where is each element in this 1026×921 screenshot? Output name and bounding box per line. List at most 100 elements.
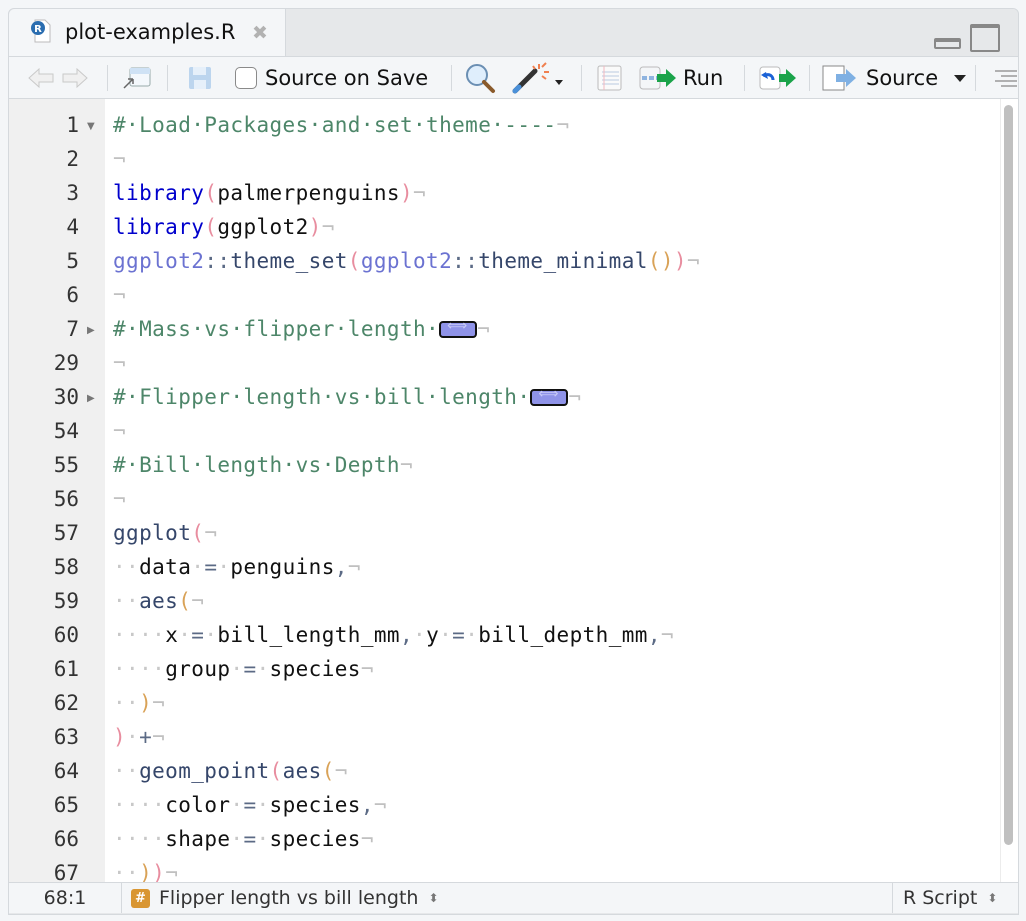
svg-text:R: R bbox=[34, 24, 42, 35]
code-line[interactable]: 55 #·Bill·length·vs·Depth¬ bbox=[9, 449, 999, 483]
code-line[interactable]: 6 ¬ bbox=[9, 279, 999, 313]
code-text: library(ggplot2)¬ bbox=[113, 215, 335, 239]
code-token: #·Load·Packages·and·set·theme·---- bbox=[113, 113, 557, 137]
code-token: #·Mass·vs·flipper·length· bbox=[113, 317, 440, 341]
line-number: 66 bbox=[53, 827, 79, 851]
checkbox[interactable] bbox=[235, 66, 257, 89]
code-line[interactable]: 64 ··geom_point(aes(¬ bbox=[9, 755, 999, 789]
code-token: ) bbox=[399, 181, 414, 205]
maximize-pane-icon[interactable] bbox=[970, 24, 1000, 52]
code-token: aes bbox=[282, 759, 322, 783]
code-line[interactable]: 59 ··aes(¬ bbox=[9, 585, 999, 619]
newline-marker: ¬ bbox=[113, 283, 127, 307]
code-token: :: bbox=[204, 249, 231, 273]
code-line[interactable]: 1 ▼ #·Load·Packages·and·set·theme·----¬ bbox=[9, 109, 999, 143]
code-line[interactable]: 3 library(palmerpenguins)¬ bbox=[9, 177, 999, 211]
code-line[interactable]: 57 ggplot(¬ bbox=[9, 517, 999, 551]
code-token: bill_length_mm bbox=[217, 623, 400, 647]
code-line[interactable]: 4 library(ggplot2)¬ bbox=[9, 211, 999, 245]
line-number: 4 bbox=[66, 215, 79, 239]
newline-marker: ¬ bbox=[347, 555, 361, 579]
code-text: ggplot(¬ bbox=[113, 521, 217, 545]
file-type-selector[interactable]: R Script ⬍ bbox=[892, 883, 1018, 913]
file-type-label: R Script bbox=[903, 887, 978, 909]
code-token: palmerpenguins bbox=[217, 181, 400, 205]
code-line[interactable]: 62 ··)¬ bbox=[9, 687, 999, 721]
line-number: 55 bbox=[53, 453, 79, 477]
source-on-save-checkbox[interactable]: Source on Save bbox=[235, 57, 428, 98]
minimize-pane-icon[interactable] bbox=[934, 38, 961, 49]
toolbar-separator bbox=[167, 65, 168, 91]
code-token: = bbox=[243, 827, 257, 851]
source-options-dropdown[interactable] bbox=[953, 57, 967, 98]
document-outline-button[interactable] bbox=[991, 57, 1017, 98]
code-line[interactable]: 65 ····color·=·species,¬ bbox=[9, 789, 999, 823]
newline-marker: ¬ bbox=[113, 351, 127, 375]
code-token: ( bbox=[321, 759, 335, 783]
code-line[interactable]: 60 ····x·=·bill_length_mm,·y·=·bill_depth… bbox=[9, 619, 999, 653]
show-in-new-window-button[interactable] bbox=[121, 57, 153, 98]
code-token: color bbox=[165, 793, 231, 817]
code-token: · bbox=[204, 623, 218, 647]
code-token: y bbox=[426, 623, 440, 647]
code-token: ···· bbox=[113, 623, 166, 647]
fold-closed-icon[interactable]: ▶ bbox=[87, 393, 95, 404]
code-text: ··data·=·penguins,¬ bbox=[113, 555, 361, 579]
newline-marker: ¬ bbox=[477, 317, 491, 341]
code-text: ····group·=·species¬ bbox=[113, 657, 374, 681]
cursor-position: 68:1 bbox=[9, 883, 122, 913]
source-button[interactable]: Source bbox=[822, 57, 938, 98]
code-tools-button[interactable] bbox=[511, 57, 563, 98]
r-file-icon: R bbox=[31, 19, 51, 43]
fold-closed-icon[interactable]: ▶ bbox=[87, 325, 95, 336]
toolbar-separator bbox=[107, 65, 108, 91]
vertical-scrollbar[interactable] bbox=[1004, 105, 1013, 845]
code-line[interactable]: 56 ¬ bbox=[9, 483, 999, 517]
code-line[interactable]: 58 ··data·=·penguins,¬ bbox=[9, 551, 999, 585]
code-token: ggplot2 bbox=[217, 215, 309, 239]
save-button[interactable] bbox=[187, 57, 213, 98]
line-number: 54 bbox=[53, 419, 79, 443]
editor-toolbar: Source on Save Run Source bbox=[9, 56, 1018, 99]
forward-button[interactable] bbox=[61, 57, 89, 98]
section-navigator[interactable]: # Flipper length vs bill length ⬍ bbox=[131, 883, 439, 913]
line-number: 1 bbox=[66, 113, 79, 137]
code-text: library(palmerpenguins)¬ bbox=[113, 181, 426, 205]
rerun-button[interactable] bbox=[759, 57, 799, 98]
code-line[interactable]: 30 ▶ #·Flipper·length·vs·bill·length· ¬ bbox=[9, 381, 999, 415]
code-line[interactable]: 66 ····shape·=·species¬ bbox=[9, 823, 999, 857]
line-number: 61 bbox=[53, 657, 79, 681]
find-replace-button[interactable] bbox=[464, 57, 496, 98]
code-editor[interactable]: 1 ▼ #·Load·Packages·and·set·theme·----¬ 2 ¬ 3… bbox=[9, 99, 1018, 885]
newline-marker: ¬ bbox=[660, 623, 674, 647]
line-number: 59 bbox=[53, 589, 79, 613]
close-icon[interactable]: ✖ bbox=[252, 22, 268, 44]
code-line[interactable]: 7 ▶ #·Mass·vs·flipper·length· ¬ bbox=[9, 313, 999, 347]
code-token: = bbox=[243, 793, 257, 817]
code-line[interactable]: 2 ¬ bbox=[9, 143, 999, 177]
folded-code-expand-icon[interactable] bbox=[530, 386, 569, 406]
code-token: ) bbox=[139, 691, 153, 715]
run-button[interactable]: Run bbox=[639, 57, 723, 98]
code-line[interactable]: 54 ¬ bbox=[9, 415, 999, 449]
code-line[interactable]: 61 ····group·=·species¬ bbox=[9, 653, 999, 687]
compile-report-button[interactable] bbox=[595, 57, 623, 98]
code-line[interactable]: 29 ¬ bbox=[9, 347, 999, 381]
code-line[interactable]: 63)·+¬ bbox=[9, 721, 999, 755]
folded-code-expand-icon[interactable] bbox=[439, 318, 478, 338]
newline-marker: ¬ bbox=[360, 827, 374, 851]
line-number: 30 bbox=[53, 385, 79, 409]
code-token: = bbox=[452, 623, 466, 647]
code-token: · bbox=[230, 793, 244, 817]
code-token: bill_depth_mm bbox=[478, 623, 648, 647]
code-line[interactable]: 5 ggplot2::theme_set(ggplot2::theme_minim… bbox=[9, 245, 999, 279]
tab-plot-examples[interactable]: R plot-examples.R ✖ bbox=[9, 9, 286, 56]
fold-open-icon[interactable]: ▼ bbox=[87, 121, 95, 132]
back-button[interactable] bbox=[27, 57, 55, 98]
section-label: Flipper length vs bill length bbox=[159, 887, 419, 909]
code-token: theme_set bbox=[230, 249, 348, 273]
code-text: ¬ bbox=[113, 283, 126, 307]
newline-marker: ¬ bbox=[399, 453, 413, 477]
line-number: 57 bbox=[53, 521, 79, 545]
updown-chevron-icon: ⬍ bbox=[987, 891, 998, 905]
